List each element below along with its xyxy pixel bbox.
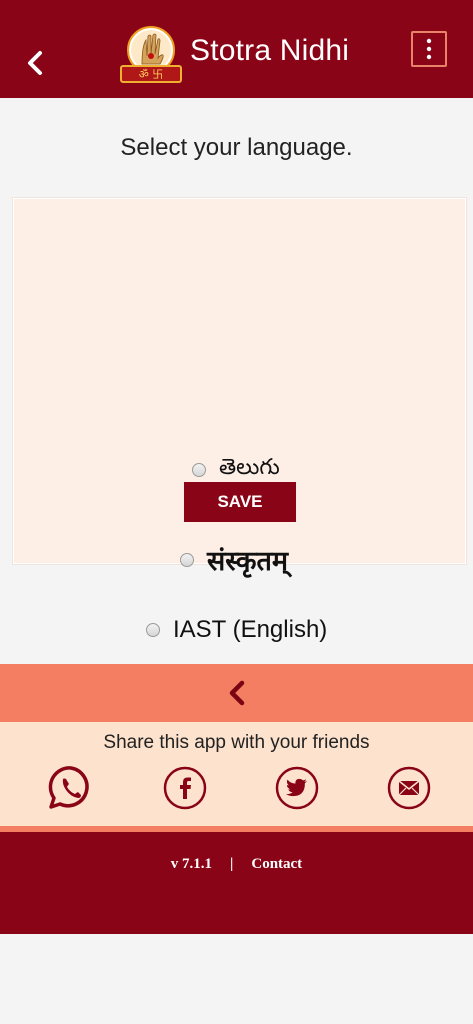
language-card: తెలుగు संस्कृतम् IAST (English) SAVE (13, 198, 466, 643)
back-button[interactable] (20, 46, 50, 80)
app-footer: v 7.1.1 | Contact (0, 832, 473, 934)
language-option-iast[interactable]: IAST (English) (146, 616, 327, 644)
collapse-bar[interactable] (0, 664, 473, 722)
radio-iast[interactable] (146, 623, 160, 637)
radio-sanskrit[interactable] (180, 552, 194, 567)
share-panel: Share this app with your friends (0, 722, 473, 826)
menu-button[interactable] (411, 31, 447, 67)
app-logo: ॐ 卐 (120, 26, 182, 83)
logo-caption: ॐ 卐 (139, 68, 164, 81)
whatsapp-icon[interactable] (48, 765, 94, 811)
language-option-sanskrit[interactable]: संस्कृतम् (180, 541, 288, 578)
save-button[interactable]: SAVE (184, 482, 296, 522)
app-title: Stotra Nidhi (190, 34, 350, 67)
share-text: Share this app with your friends (103, 732, 370, 753)
more-vertical-icon (426, 38, 432, 60)
footer-separator: | (230, 856, 234, 872)
app-header: ॐ 卐 Stotra Nidhi (0, 0, 473, 98)
chevron-left-icon (28, 51, 42, 75)
chevron-left-icon (229, 680, 244, 706)
language-prompt: Select your language. (120, 134, 353, 161)
email-icon[interactable] (386, 765, 432, 811)
contact-link[interactable]: Contact (251, 856, 302, 873)
language-label-iast: IAST (English) (173, 616, 328, 643)
language-label-sanskrit: संस्कृतम् (207, 546, 289, 577)
language-label-telugu: తెలుగు (219, 455, 280, 480)
language-option-telugu[interactable]: తెలుగు (192, 455, 280, 485)
radio-telugu[interactable] (192, 463, 206, 477)
twitter-icon[interactable] (274, 765, 320, 811)
facebook-icon[interactable] (162, 765, 208, 811)
version-label: v 7.1.1 (170, 856, 213, 872)
